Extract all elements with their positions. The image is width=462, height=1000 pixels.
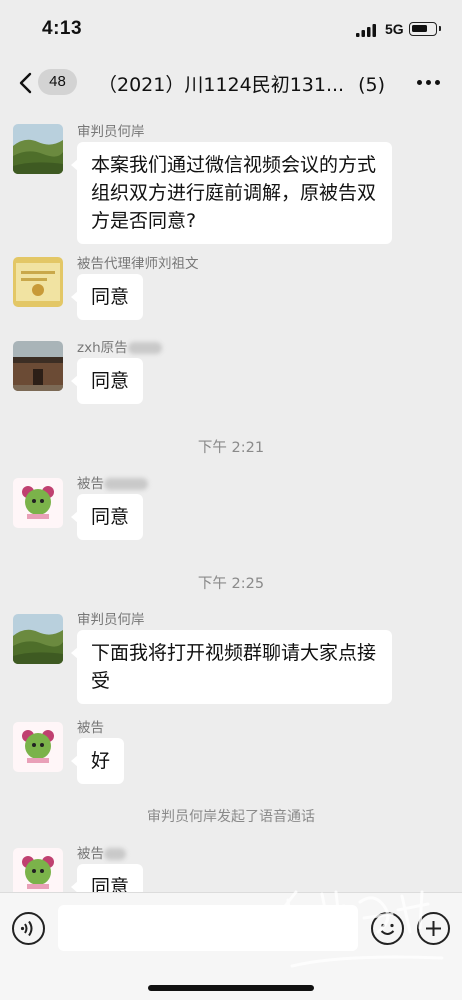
document-avatar[interactable] — [13, 257, 63, 307]
battery-icon — [409, 22, 441, 36]
sender-name-text: zxh原告 — [77, 340, 128, 356]
house-avatar[interactable] — [13, 341, 63, 391]
cartoon-avatar[interactable] — [13, 848, 63, 898]
message-bubble[interactable]: 同意 — [70, 494, 144, 540]
time-divider: 下午 2:21 — [197, 440, 265, 456]
more-icon[interactable] — [417, 80, 441, 86]
cartoon-avatar[interactable] — [13, 722, 63, 772]
network-label: 5G — [385, 21, 404, 37]
redacted-blur — [127, 342, 162, 354]
message-bubble[interactable]: 本案我们通过微信视频会议的方式组织双方进行庭前调解，原被告双方是否同意? — [71, 142, 392, 244]
chat-title[interactable]: （2021）川1124民初131... (5) — [98, 70, 385, 97]
system-notice: 审判员何岸发起了语音通话 — [147, 809, 315, 825]
message-input[interactable] — [58, 905, 358, 951]
status-time: 4:13 — [42, 18, 83, 39]
voice-icon[interactable] — [12, 912, 45, 945]
message-bubble[interactable]: 同意 — [70, 358, 144, 404]
sender-name-text: 被告 — [77, 846, 104, 862]
input-bar — [0, 892, 462, 1000]
redacted-blur — [104, 478, 148, 490]
unread-badge[interactable]: 48 — [38, 69, 77, 95]
sender-name: zxh原告 — [77, 336, 162, 356]
message-bubble[interactable]: 好 — [70, 738, 125, 784]
member-count: (5) — [358, 74, 386, 96]
landscape-avatar[interactable] — [13, 614, 63, 664]
sender-name: 被告 — [77, 842, 126, 862]
back-icon[interactable] — [18, 72, 34, 94]
sender-name: 审判员何岸 — [77, 612, 145, 628]
sender-name: 被告 — [77, 720, 104, 736]
emoji-icon[interactable] — [371, 912, 404, 945]
message-bubble[interactable]: 下面我将打开视频群聊请大家点接受 — [71, 630, 392, 704]
home-indicator — [148, 985, 314, 991]
time-divider: 下午 2:25 — [197, 576, 265, 592]
cartoon-avatar[interactable] — [13, 478, 63, 528]
sender-name-text: 被告 — [77, 476, 104, 492]
plus-icon[interactable] — [417, 912, 450, 945]
redacted-blur — [104, 848, 126, 860]
message-bubble[interactable]: 同意 — [70, 274, 144, 320]
sender-name: 被告代理律师刘祖文 — [77, 256, 199, 272]
chat-header: 48 （2021）川1124民初131... (5) — [0, 58, 462, 108]
signal-icon — [356, 24, 376, 37]
landscape-avatar[interactable] — [13, 124, 63, 174]
status-bar: 4:13 5G — [0, 0, 462, 58]
sender-name: 被告 — [77, 472, 148, 492]
sender-name: 审判员何岸 — [77, 124, 145, 140]
chat-title-text: （2021）川1124民初131... — [98, 74, 345, 96]
